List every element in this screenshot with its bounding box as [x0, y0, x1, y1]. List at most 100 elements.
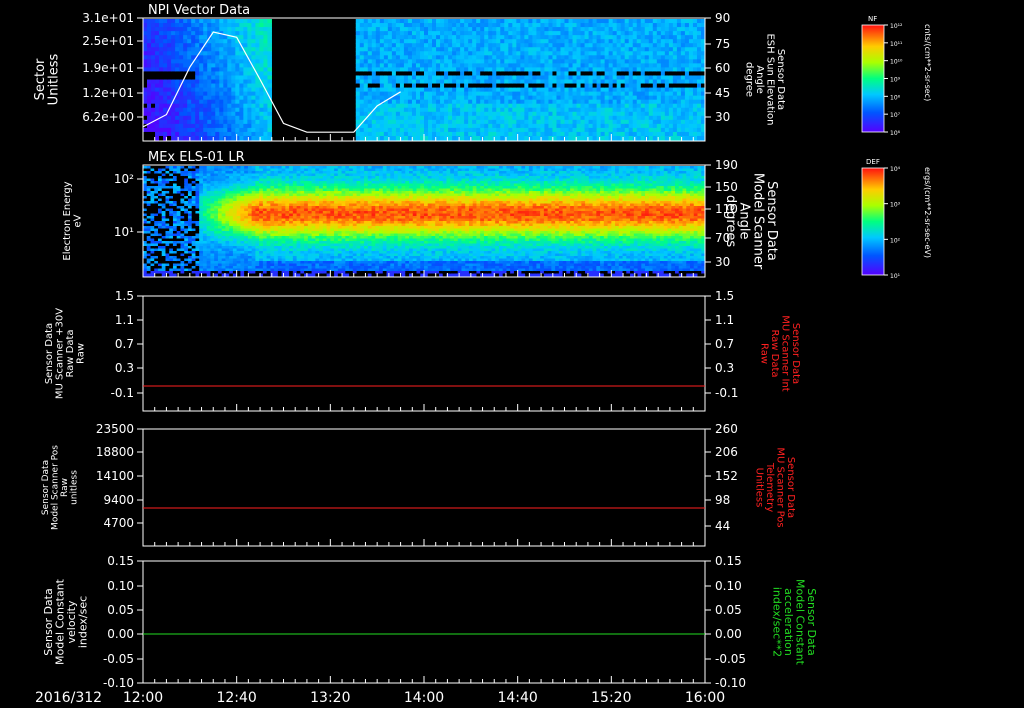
heat-cell — [664, 79, 670, 85]
heat-cell — [456, 119, 461, 125]
heat-cell — [175, 27, 180, 32]
heat-cell — [263, 123, 268, 129]
heat-cell — [572, 99, 578, 105]
heat-cell — [660, 95, 666, 101]
heat-cell — [371, 111, 377, 117]
heat-cell — [448, 99, 453, 105]
heat-cell — [259, 87, 264, 93]
heat-cell — [456, 91, 461, 97]
heat-cell — [692, 95, 698, 101]
heat-cell — [383, 87, 389, 93]
heat-cell — [648, 75, 654, 80]
heat-cell — [656, 119, 662, 125]
heat-cell — [267, 55, 272, 60]
heat-cell — [243, 79, 248, 85]
heat-cell — [432, 115, 437, 121]
heat-cell — [536, 115, 541, 121]
heat-cell — [428, 83, 433, 89]
heat-cell — [520, 123, 525, 129]
heat-cell — [680, 79, 686, 85]
heat-cell — [468, 95, 473, 101]
heat-cell — [355, 135, 361, 141]
heat-cell — [540, 63, 545, 68]
heat-cell — [472, 63, 477, 68]
heat-cell — [680, 99, 686, 105]
heat-cell — [363, 111, 369, 117]
heat-cell — [203, 51, 208, 56]
heat-cell — [564, 123, 570, 129]
heat-cell — [684, 35, 690, 40]
heat-cell — [263, 47, 268, 52]
heat-cell — [151, 55, 156, 60]
heat-cell — [195, 39, 200, 44]
heat-cell — [488, 63, 493, 68]
heat-cell — [488, 127, 493, 133]
heat-cell — [604, 123, 610, 129]
heat-cell — [215, 35, 220, 40]
heat-cell — [171, 55, 176, 60]
heat-cell — [588, 87, 594, 93]
heat-cell — [375, 43, 381, 48]
heat-cell — [600, 123, 606, 129]
heat-cell — [419, 47, 425, 52]
heat-cell — [564, 127, 570, 133]
heat-cell — [391, 39, 397, 44]
heat-cell — [411, 115, 417, 121]
heat-cell — [239, 67, 244, 72]
heat-cell — [508, 95, 513, 101]
heat-cell — [251, 23, 256, 28]
heat-cell — [191, 111, 196, 117]
heat-cell — [171, 19, 176, 24]
heat-cell — [231, 131, 236, 137]
heat-cell — [668, 43, 674, 48]
heat-cell — [448, 43, 453, 48]
heat-cell — [568, 19, 574, 24]
heat-cell — [608, 47, 614, 52]
heat-cell — [468, 119, 473, 125]
heat-cell — [532, 71, 537, 76]
heat-cell — [604, 83, 610, 89]
heat-cell — [363, 135, 369, 141]
heat-cell — [207, 19, 212, 24]
heat-cell — [564, 23, 570, 28]
heat-cell — [540, 27, 545, 32]
heat-cell — [403, 43, 409, 48]
heat-cell — [476, 55, 481, 60]
heat-cell — [215, 59, 220, 64]
heat-cell — [395, 135, 401, 141]
heat-cell — [395, 23, 401, 28]
heat-cell — [592, 95, 598, 101]
heat-cell — [207, 95, 212, 101]
heat-cell — [379, 23, 385, 28]
heat-cell — [211, 115, 216, 121]
heat-cell — [472, 107, 477, 113]
heat-cell — [424, 83, 429, 89]
heat-cell — [520, 63, 525, 68]
heat-cell — [191, 87, 196, 93]
heat-cell — [187, 31, 192, 36]
heat-cell — [251, 127, 256, 133]
heat-cell — [428, 115, 433, 121]
heat-cell — [383, 51, 389, 56]
heat-cell — [684, 83, 690, 89]
heat-cell — [460, 135, 465, 141]
heat-cell — [215, 135, 220, 141]
heat-cell — [375, 67, 381, 72]
heat-cell — [191, 115, 196, 121]
heat-cell — [616, 19, 622, 24]
heat-cell — [672, 39, 678, 44]
heat-cell — [259, 123, 264, 129]
heat-cell — [432, 31, 437, 36]
heat-cell — [544, 51, 549, 56]
heat-cell — [688, 119, 694, 125]
heat-cell — [672, 83, 678, 89]
heat-cell — [644, 91, 650, 97]
heat-cell — [436, 107, 441, 113]
heat-cell — [203, 87, 208, 93]
heat-cell — [452, 79, 457, 85]
heat-cell — [536, 55, 541, 60]
heat-cell — [215, 99, 220, 105]
heat-cell — [584, 127, 590, 133]
heat-cell — [456, 115, 461, 121]
heat-cell — [560, 123, 565, 129]
